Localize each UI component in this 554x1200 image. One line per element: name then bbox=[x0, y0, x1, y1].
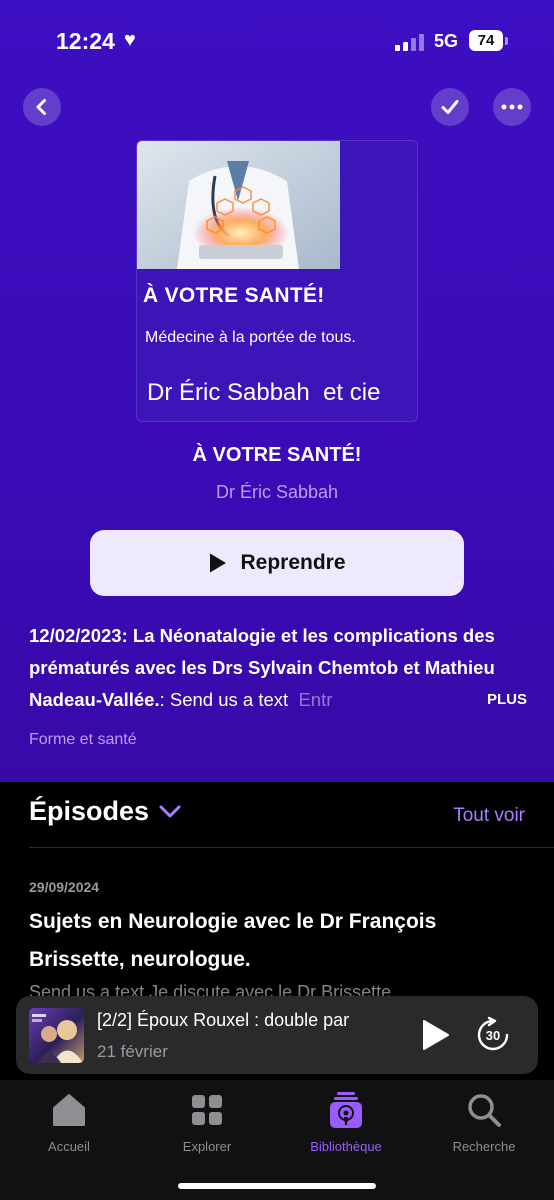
tab-accueil[interactable]: Accueil bbox=[0, 1090, 138, 1154]
description-fade: Entr bbox=[298, 689, 333, 710]
home-icon bbox=[53, 1094, 85, 1126]
divider bbox=[29, 847, 554, 848]
podcast-header: 12:24 ♥ 5G 74 À VOTRE SANTÉ! Médecine à … bbox=[0, 0, 554, 782]
chevron-down-icon bbox=[159, 805, 181, 817]
play-icon bbox=[210, 553, 227, 573]
mini-player[interactable]: [2/2] Époux Rouxel : double par 21 févri… bbox=[16, 996, 538, 1074]
doctor-photo bbox=[137, 141, 340, 269]
tab-label: Explorer bbox=[182, 1139, 232, 1154]
description-text: : Send us a text bbox=[159, 689, 289, 710]
tab-label: Accueil bbox=[48, 1139, 90, 1154]
category-link[interactable]: Forme et santé bbox=[29, 731, 137, 749]
episodes-heading[interactable]: Épisodes bbox=[29, 796, 181, 827]
cover-subtitle: Médecine à la portée de tous. bbox=[145, 329, 356, 346]
episode-title: Sujets en Neurologie avec le Dr François… bbox=[29, 910, 437, 971]
tab-label: Recherche bbox=[452, 1139, 516, 1154]
tab-label: Bibliothèque bbox=[310, 1139, 382, 1154]
signal-icon bbox=[395, 33, 425, 51]
play-button[interactable] bbox=[419, 1018, 451, 1052]
battery-tip bbox=[505, 37, 508, 45]
see-all-link[interactable]: Tout voir bbox=[453, 805, 525, 827]
cover-author: Dr Éric Sabbah et cie bbox=[147, 379, 381, 406]
episode-date: 29/09/2024 bbox=[29, 879, 100, 895]
more-button[interactable]: PLUS bbox=[487, 684, 527, 716]
more-options-button[interactable] bbox=[493, 88, 531, 126]
mini-player-date: 21 février bbox=[97, 1042, 168, 1061]
podcast-cover-art: À VOTRE SANTÉ! Médecine à la portée de t… bbox=[136, 140, 418, 422]
episode-description[interactable]: 12/02/2023: La Néonatalogie et les compl… bbox=[29, 620, 529, 716]
ellipsis-icon bbox=[501, 104, 523, 110]
mini-player-artwork bbox=[29, 1008, 84, 1063]
battery-icon: 74 bbox=[469, 30, 503, 51]
grid-icon bbox=[192, 1095, 222, 1125]
status-bar: 12:24 ♥ 5G 74 bbox=[0, 26, 554, 58]
heart-icon: ♥ bbox=[124, 29, 136, 51]
skip-forward-icon[interactable]: 30 bbox=[474, 1016, 512, 1054]
back-button[interactable] bbox=[23, 88, 61, 126]
checkmark-icon bbox=[441, 100, 459, 114]
resume-label: Reprendre bbox=[240, 551, 346, 574]
cover-title: À VOTRE SANTÉ! bbox=[143, 284, 325, 307]
status-time: 12:24 bbox=[56, 28, 115, 54]
resume-button[interactable]: Reprendre bbox=[90, 530, 464, 596]
tab-bibliotheque[interactable]: Bibliothèque bbox=[277, 1090, 415, 1154]
tab-bar: Accueil Explorer Bibliothèque Recherche bbox=[0, 1080, 554, 1200]
search-icon bbox=[468, 1094, 501, 1127]
mini-player-title: [2/2] Époux Rouxel : double par bbox=[97, 1010, 350, 1030]
tab-recherche[interactable]: Recherche bbox=[415, 1090, 553, 1154]
tab-explorer[interactable]: Explorer bbox=[138, 1090, 276, 1154]
skip-seconds-label: 30 bbox=[486, 1028, 500, 1043]
network-label: 5G bbox=[434, 31, 459, 51]
follow-button[interactable] bbox=[431, 88, 469, 126]
podcast-author-link[interactable]: Dr Éric Sabbah bbox=[0, 482, 554, 503]
chevron-left-icon bbox=[36, 99, 46, 115]
episodes-heading-label: Épisodes bbox=[29, 796, 150, 826]
home-indicator bbox=[178, 1183, 376, 1189]
podcast-title: À VOTRE SANTÉ! bbox=[192, 444, 362, 466]
podcast-library-icon bbox=[330, 1092, 362, 1128]
artwork-image bbox=[32, 1014, 83, 1063]
